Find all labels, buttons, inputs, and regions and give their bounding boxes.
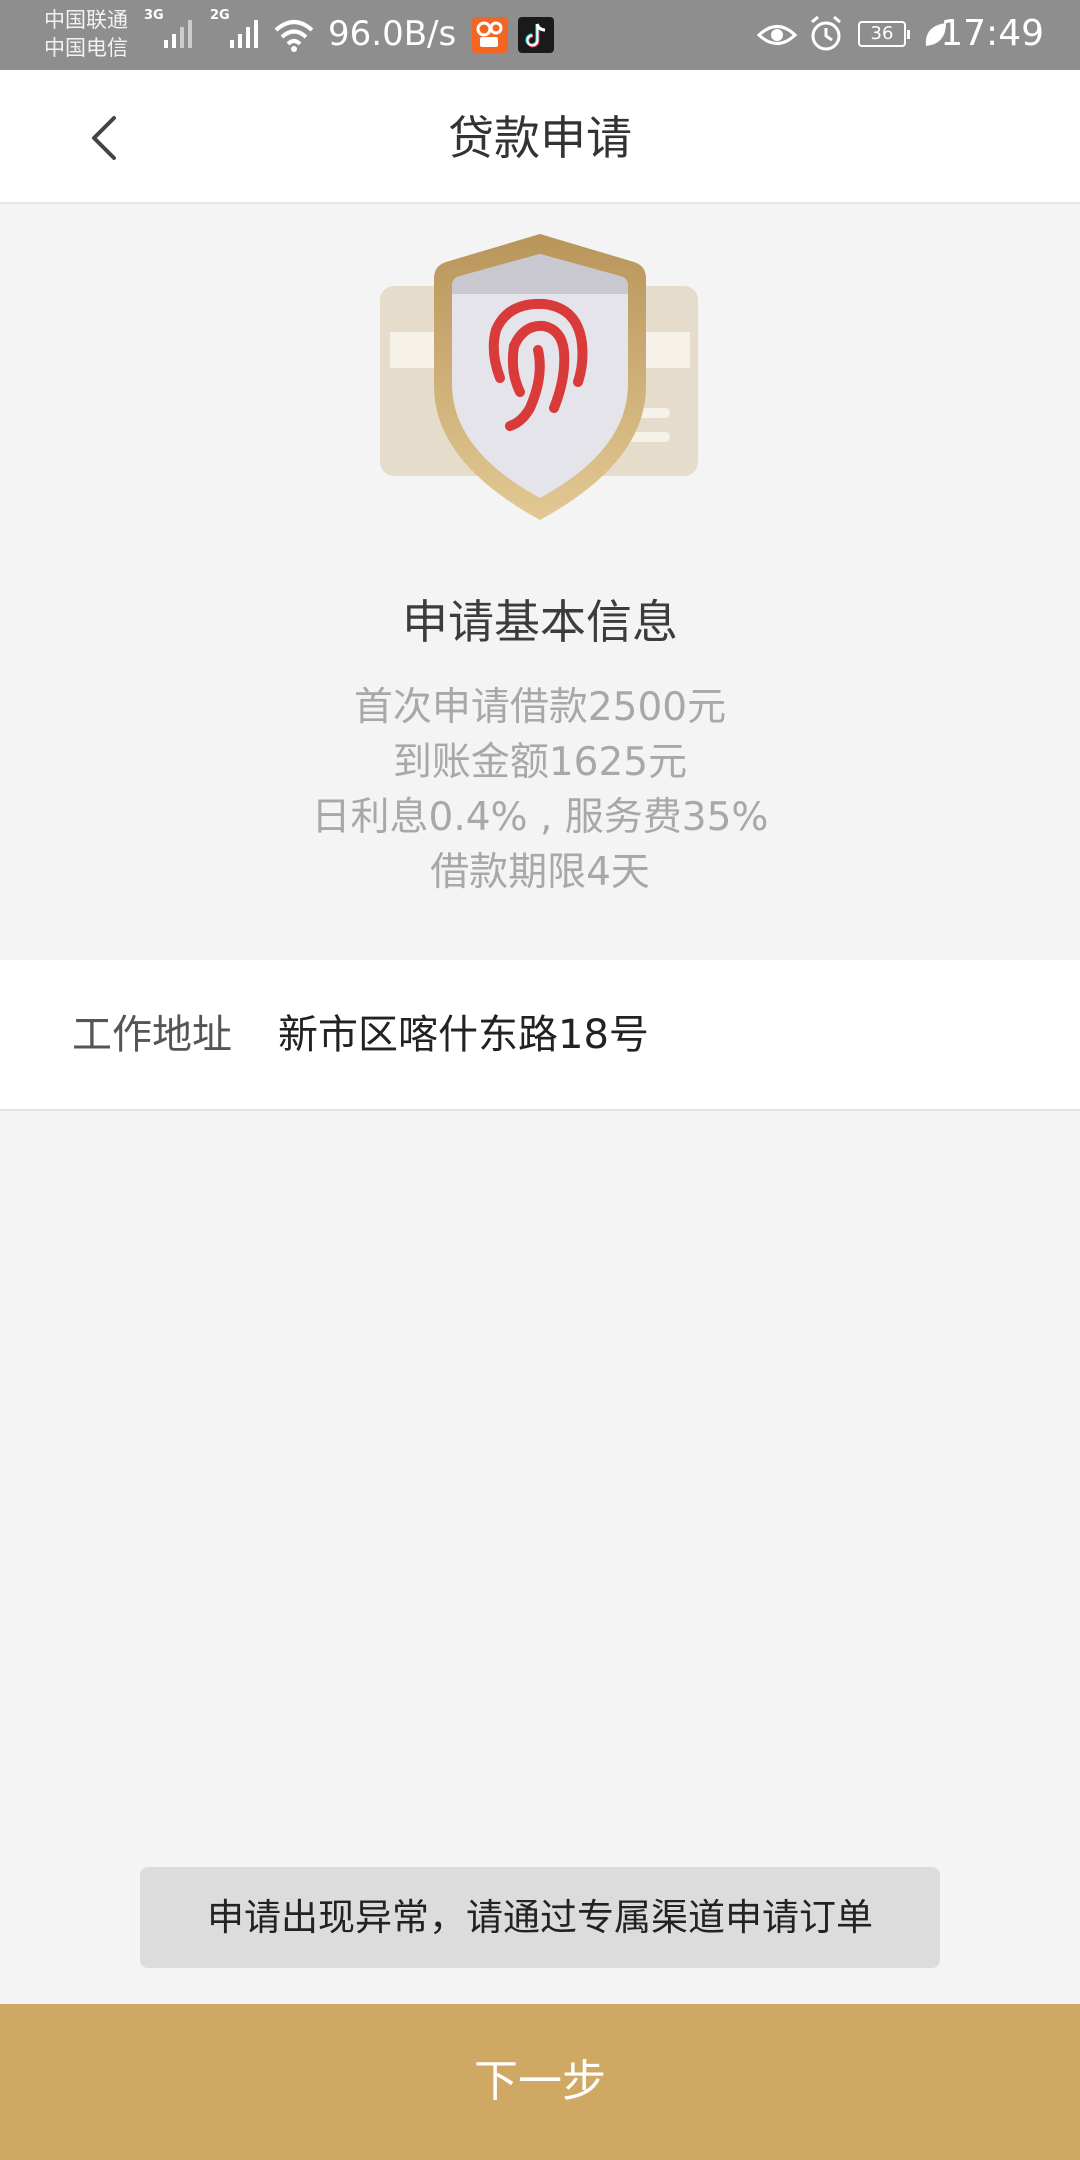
- network-speed: 96.0B/s: [328, 14, 457, 54]
- network-type-2: 2G: [210, 8, 230, 23]
- next-step-button[interactable]: 下一步: [0, 2004, 1080, 2160]
- network-type-1: 3G: [144, 8, 164, 23]
- app-header: 贷款申请: [0, 70, 1080, 204]
- fingerprint-shield-icon: [380, 234, 698, 520]
- alarm-icon: [811, 15, 841, 51]
- carrier-names: 中国联通 中国电信: [44, 6, 128, 62]
- work-address-row[interactable]: 工作地址 新市区喀什东路18号: [0, 960, 1080, 1111]
- loan-term-text: 借款期限4天: [430, 850, 650, 895]
- status-bar: 中国联通 中国电信 3G 2G 96.0B/s 36 17:49: [0, 0, 1080, 70]
- battery-icon: 36: [858, 21, 910, 47]
- kuaishou-app-icon: [472, 17, 508, 53]
- work-address-label: 工作地址: [72, 1012, 232, 1058]
- interest-fee-text: 日利息0.4% , 服务费35%: [311, 795, 769, 840]
- work-address-value[interactable]: 新市区喀什东路18号: [278, 1008, 649, 1062]
- loan-terms: 首次申请借款2500元 到账金额1625元 日利息0.4% , 服务费35% 借…: [0, 680, 1080, 900]
- carrier-1: 中国联通: [44, 8, 128, 32]
- signal-icon: [164, 20, 192, 48]
- loan-info-section: 申请基本信息 首次申请借款2500元 到账金额1625元 日利息0.4% , 服…: [0, 204, 1080, 960]
- wifi-icon: [274, 20, 314, 52]
- tiktok-app-icon: [518, 17, 554, 53]
- error-toast: 申请出现异常，请通过专属渠道申请订单: [140, 1867, 940, 1968]
- eye-icon: [756, 25, 798, 45]
- carrier-2: 中国电信: [44, 36, 128, 60]
- info-title: 申请基本信息: [402, 595, 678, 649]
- loan-amount-text: 首次申请借款2500元: [353, 685, 727, 730]
- received-amount-text: 到账金额1625元: [392, 740, 688, 785]
- signal-icon: [230, 20, 258, 48]
- clock-time: 17:49: [940, 13, 1044, 54]
- page-title: 贷款申请: [448, 111, 632, 165]
